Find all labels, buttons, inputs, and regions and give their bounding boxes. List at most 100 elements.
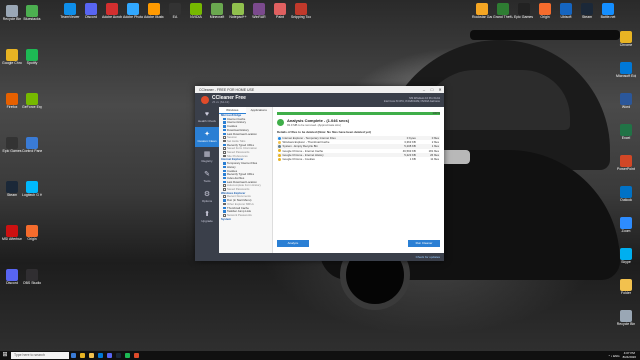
desktop-icon[interactable]: Discord bbox=[81, 2, 101, 26]
desktop-icon[interactable]: Steam bbox=[2, 180, 22, 204]
checkbox-icon[interactable] bbox=[223, 195, 226, 198]
desktop-icon[interactable]: Skype bbox=[616, 247, 636, 271]
tree-section[interactable]: System bbox=[219, 217, 272, 222]
nav-item[interactable]: ⚙ Options bbox=[195, 187, 219, 207]
desktop-icon[interactable]: GeForce Experience bbox=[22, 92, 42, 116]
checkbox-icon[interactable] bbox=[223, 202, 226, 206]
desktop-icon[interactable]: Rockstar Games bbox=[472, 2, 492, 26]
taskbar-app[interactable] bbox=[123, 351, 132, 360]
checkbox-icon[interactable] bbox=[223, 165, 226, 169]
desktop-icon[interactable]: Excel bbox=[616, 123, 636, 147]
checkbox-icon[interactable] bbox=[223, 206, 226, 210]
analyze-button[interactable]: Analyze bbox=[277, 240, 309, 247]
clock[interactable]: 4:07 PM 8/24/2020 bbox=[623, 351, 636, 359]
checkbox-icon[interactable] bbox=[223, 136, 226, 139]
desktop-icon[interactable]: Adobe Acrobat bbox=[102, 2, 122, 26]
checkbox-icon[interactable] bbox=[223, 132, 226, 136]
taskbar-search-input[interactable]: Type here to search bbox=[11, 352, 69, 359]
window-titlebar[interactable]: CCleaner - FREE FOR HOME USE – □ ✕ bbox=[195, 86, 444, 93]
checkbox-icon[interactable] bbox=[223, 162, 226, 165]
desktop-icon[interactable]: Bluestacks bbox=[22, 4, 42, 28]
checkbox-icon[interactable] bbox=[223, 139, 226, 143]
nav-item[interactable]: ⬆ Upgrade bbox=[195, 207, 219, 227]
spotify-icon bbox=[125, 353, 130, 358]
desktop-icon[interactable]: Logitech G HUB bbox=[22, 180, 42, 204]
taskbar-app[interactable] bbox=[96, 351, 105, 360]
desktop-icon[interactable]: TeamViewer bbox=[60, 2, 80, 26]
nav-item[interactable]: ♥ Health Check bbox=[195, 107, 219, 127]
desktop-icon[interactable]: Google Chrome bbox=[2, 48, 22, 72]
nav-item[interactable]: ▦ Registry bbox=[195, 147, 219, 167]
checkbox-icon[interactable] bbox=[223, 210, 226, 213]
minimize-icon[interactable]: – bbox=[420, 87, 428, 92]
taskbar-app[interactable] bbox=[105, 351, 114, 360]
desktop-icon[interactable]: Epic Games bbox=[2, 136, 22, 160]
maximize-icon[interactable]: □ bbox=[428, 87, 436, 92]
checkbox-icon[interactable] bbox=[223, 128, 226, 132]
desktop-icon[interactable]: Word bbox=[616, 92, 636, 116]
taskbar-app[interactable] bbox=[69, 351, 78, 360]
checkbox-icon[interactable] bbox=[223, 169, 226, 173]
checkbox-icon[interactable] bbox=[223, 184, 226, 187]
nav-item[interactable]: ✦ Custom Clean bbox=[195, 127, 219, 147]
checkbox-icon[interactable] bbox=[223, 151, 226, 154]
desktop-icon[interactable]: NVIDIA bbox=[186, 2, 206, 26]
desktop-icon[interactable]: Microsoft Edge bbox=[616, 61, 636, 85]
run-cleaner-button[interactable]: Run Cleaner bbox=[408, 240, 440, 247]
checkbox-icon[interactable] bbox=[223, 143, 226, 147]
geforce-icon bbox=[26, 93, 38, 105]
tab-applications[interactable]: Applications bbox=[246, 107, 273, 114]
desktop-icon[interactable]: Origin bbox=[22, 224, 42, 248]
taskbar-app[interactable] bbox=[132, 351, 141, 360]
checkbox-icon[interactable] bbox=[223, 180, 226, 184]
taskbar-app[interactable] bbox=[78, 351, 87, 360]
desktop-icon[interactable]: Folder bbox=[616, 278, 636, 302]
desktop-icon[interactable]: MSI Afterburner bbox=[2, 224, 22, 248]
desktop-icon[interactable]: OBS Studio bbox=[22, 268, 42, 292]
desktop-icon[interactable]: Recycle Bin bbox=[616, 309, 636, 333]
ccleaner-window[interactable]: CCleaner - FREE FOR HOME USE – □ ✕ CClea… bbox=[195, 86, 444, 261]
table-row[interactable]: Google Chrome - Cookies 1 KB 11 files bbox=[277, 157, 440, 161]
desktop-icon[interactable]: Steam bbox=[577, 2, 597, 26]
checkbox-icon[interactable] bbox=[223, 176, 226, 180]
checkbox-icon[interactable] bbox=[223, 117, 226, 121]
desktop-icon[interactable]: Control Panel bbox=[22, 136, 42, 160]
tree-list: Microsoft Edge Internet Cache Internet His… bbox=[219, 113, 272, 222]
checkbox-icon[interactable] bbox=[223, 121, 226, 124]
desktop-icon[interactable]: Chrome bbox=[616, 30, 636, 54]
desktop-icon[interactable]: Spotify bbox=[22, 48, 42, 72]
desktop-icon[interactable]: Epic Games Launcher bbox=[514, 2, 534, 26]
desktop-icon[interactable]: Adobe Illustrator bbox=[144, 2, 164, 26]
desktop-icon[interactable]: Battle.net bbox=[598, 2, 618, 26]
progress-label: 100% bbox=[432, 111, 440, 115]
desktop-icon[interactable]: WinRAR bbox=[249, 2, 269, 26]
desktop-icon[interactable]: Firefox bbox=[2, 92, 22, 116]
desktop-icon[interactable]: Outlook bbox=[616, 185, 636, 209]
registry-icon: ▦ bbox=[203, 151, 211, 158]
checkbox-icon[interactable] bbox=[223, 147, 226, 150]
desktop-icon[interactable]: Adobe Photoshop bbox=[123, 2, 143, 26]
desktop-icon[interactable]: Paint bbox=[270, 2, 290, 26]
checkbox-icon[interactable] bbox=[223, 199, 226, 202]
desktop-icon[interactable]: Discord bbox=[2, 268, 22, 292]
checkbox-icon[interactable] bbox=[223, 125, 226, 128]
nav-item[interactable]: ✎ Tools bbox=[195, 167, 219, 187]
checkbox-icon[interactable] bbox=[223, 173, 226, 176]
desktop-icon[interactable]: Grand Theft Auto V bbox=[493, 2, 513, 26]
desktop-icon[interactable]: Recycle Bin bbox=[2, 4, 22, 28]
desktop-icon[interactable]: Snipping Tool bbox=[291, 2, 311, 26]
start-button[interactable]: ⊞ bbox=[0, 351, 10, 360]
desktop-icon[interactable]: Ubisoft bbox=[556, 2, 576, 26]
desktop-icon[interactable]: Origin bbox=[535, 2, 555, 26]
desktop-icon[interactable]: EA bbox=[165, 2, 185, 26]
close-icon[interactable]: ✕ bbox=[436, 87, 444, 92]
tray-icons[interactable]: ^ ♪ ENG bbox=[609, 354, 620, 358]
check-updates-link[interactable]: Check for updates bbox=[416, 254, 440, 260]
taskbar-app[interactable] bbox=[114, 351, 123, 360]
desktop-icon[interactable]: Notepad++ bbox=[228, 2, 248, 26]
desktop-icon-label: Epic Games bbox=[2, 149, 22, 153]
taskbar-app[interactable] bbox=[87, 351, 96, 360]
desktop-icon[interactable]: PowerPoint bbox=[616, 154, 636, 178]
desktop-icon[interactable]: Minecraft bbox=[207, 2, 227, 26]
desktop-icon[interactable]: Zoom bbox=[616, 216, 636, 240]
